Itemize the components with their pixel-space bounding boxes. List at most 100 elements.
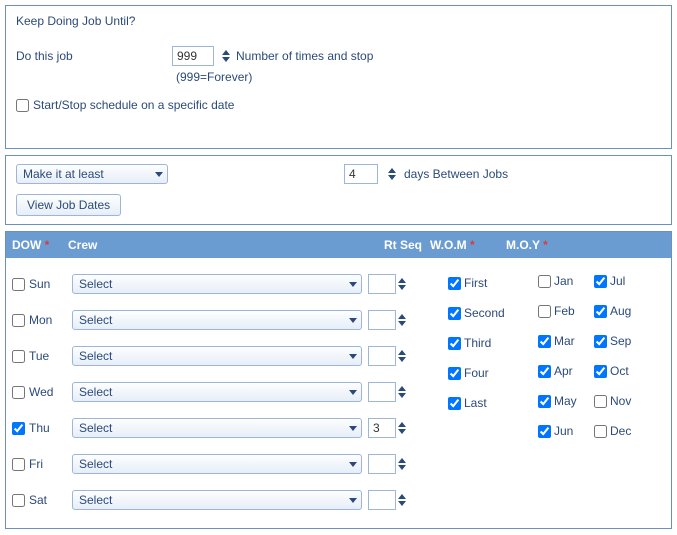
moy-checkbox[interactable] bbox=[594, 335, 607, 348]
moy-row: Oct bbox=[594, 356, 640, 386]
do-this-job-label: Do this job bbox=[16, 49, 166, 63]
header-crew: Crew bbox=[68, 238, 97, 252]
moy-checkbox[interactable] bbox=[594, 275, 607, 288]
moy-checkbox[interactable] bbox=[594, 305, 607, 318]
wom-row: Third bbox=[448, 328, 538, 358]
day-label: Tue bbox=[29, 349, 49, 363]
keep-doing-panel: Keep Doing Job Until? Do this job Number… bbox=[5, 5, 672, 149]
moy-label: Aug bbox=[610, 304, 631, 318]
between-jobs-panel: Make it at least days Between Jobs View … bbox=[5, 155, 672, 225]
rt-seq-input[interactable] bbox=[368, 274, 396, 294]
moy-row: Jul bbox=[594, 266, 640, 296]
chevron-down-icon bbox=[349, 462, 357, 467]
spinner-up-icon[interactable] bbox=[398, 458, 406, 463]
crew-select[interactable]: Select bbox=[72, 274, 362, 294]
moy-checkbox[interactable] bbox=[538, 335, 551, 348]
spinner-up-icon[interactable] bbox=[222, 50, 230, 55]
moy-label: May bbox=[554, 394, 577, 408]
spacing-rule-combo[interactable]: Make it at least bbox=[16, 164, 168, 184]
moy-checkbox[interactable] bbox=[538, 305, 551, 318]
moy-checkbox[interactable] bbox=[538, 425, 551, 438]
rt-spinner[interactable] bbox=[398, 458, 406, 470]
moy-checkbox[interactable] bbox=[538, 395, 551, 408]
wom-row: Second bbox=[448, 298, 538, 328]
wom-row: Last bbox=[448, 388, 538, 418]
wom-checkbox[interactable] bbox=[448, 337, 461, 350]
day-checkbox[interactable] bbox=[12, 386, 25, 399]
wom-checkbox[interactable] bbox=[448, 397, 461, 410]
rt-spinner[interactable] bbox=[398, 350, 406, 362]
crew-placeholder: Select bbox=[79, 385, 112, 399]
spinner-down-icon[interactable] bbox=[398, 285, 406, 290]
spinner-down-icon[interactable] bbox=[398, 465, 406, 470]
spinner-down-icon[interactable] bbox=[398, 321, 406, 326]
day-row: Sat Select bbox=[12, 482, 448, 518]
schedule-table: DOW * Crew Rt Seq W.O.M * M.O.Y * SunSel… bbox=[5, 231, 672, 529]
spinner-up-icon[interactable] bbox=[398, 314, 406, 319]
moy-checkbox[interactable] bbox=[594, 365, 607, 378]
times-input[interactable] bbox=[172, 46, 214, 66]
rt-seq-input[interactable] bbox=[368, 454, 396, 474]
moy-label: Jul bbox=[610, 274, 625, 288]
spinner-up-icon[interactable] bbox=[398, 422, 406, 427]
crew-select[interactable]: Select bbox=[72, 490, 362, 510]
moy-row: Jun bbox=[538, 416, 584, 446]
rt-seq-input[interactable] bbox=[368, 382, 396, 402]
day-label: Mon bbox=[29, 313, 52, 327]
times-spinner[interactable] bbox=[222, 50, 230, 62]
crew-select[interactable]: Select bbox=[72, 346, 362, 366]
wom-label: Second bbox=[464, 306, 505, 320]
day-checkbox[interactable] bbox=[12, 278, 25, 291]
wom-checkbox[interactable] bbox=[448, 367, 461, 380]
day-checkbox[interactable] bbox=[12, 422, 25, 435]
spinner-down-icon[interactable] bbox=[398, 429, 406, 434]
rt-seq-input[interactable] bbox=[368, 490, 396, 510]
moy-checkbox[interactable] bbox=[538, 275, 551, 288]
wom-label: Four bbox=[464, 366, 489, 380]
spinner-up-icon[interactable] bbox=[398, 278, 406, 283]
day-label: Fri bbox=[29, 457, 43, 471]
rt-spinner[interactable] bbox=[398, 386, 406, 398]
moy-row: Feb bbox=[538, 296, 584, 326]
rt-spinner[interactable] bbox=[398, 314, 406, 326]
spinner-down-icon[interactable] bbox=[398, 501, 406, 506]
crew-placeholder: Select bbox=[79, 277, 112, 291]
crew-select[interactable]: Select bbox=[72, 382, 362, 402]
spinner-up-icon[interactable] bbox=[388, 168, 396, 173]
moy-checkbox[interactable] bbox=[538, 365, 551, 378]
wom-checkbox[interactable] bbox=[448, 307, 461, 320]
spinner-up-icon[interactable] bbox=[398, 494, 406, 499]
spinner-down-icon[interactable] bbox=[398, 393, 406, 398]
spinner-up-icon[interactable] bbox=[398, 350, 406, 355]
day-checkbox[interactable] bbox=[12, 458, 25, 471]
wom-checkbox[interactable] bbox=[448, 277, 461, 290]
day-checkbox[interactable] bbox=[12, 314, 25, 327]
rt-seq-input[interactable] bbox=[368, 418, 396, 438]
crew-select[interactable]: Select bbox=[72, 310, 362, 330]
day-label: Sat bbox=[29, 493, 47, 507]
rt-spinner[interactable] bbox=[398, 422, 406, 434]
crew-select[interactable]: Select bbox=[72, 418, 362, 438]
days-between-input[interactable] bbox=[344, 164, 378, 184]
startstop-checkbox[interactable] bbox=[16, 99, 29, 112]
spinner-up-icon[interactable] bbox=[398, 386, 406, 391]
days-spinner[interactable] bbox=[388, 168, 396, 180]
spinner-down-icon[interactable] bbox=[398, 357, 406, 362]
moy-checkbox[interactable] bbox=[594, 395, 607, 408]
crew-select[interactable]: Select bbox=[72, 454, 362, 474]
moy-row: Sep bbox=[594, 326, 640, 356]
spinner-down-icon[interactable] bbox=[388, 175, 396, 180]
startstop-label: Start/Stop schedule on a specific date bbox=[33, 98, 234, 112]
rt-spinner[interactable] bbox=[398, 494, 406, 506]
moy-checkbox[interactable] bbox=[594, 425, 607, 438]
moy-label: Mar bbox=[554, 334, 575, 348]
day-row: Fri Select bbox=[12, 446, 448, 482]
spinner-down-icon[interactable] bbox=[222, 57, 230, 62]
rt-spinner[interactable] bbox=[398, 278, 406, 290]
day-checkbox[interactable] bbox=[12, 494, 25, 507]
times-note: Number of times and stop bbox=[236, 49, 373, 63]
rt-seq-input[interactable] bbox=[368, 346, 396, 366]
rt-seq-input[interactable] bbox=[368, 310, 396, 330]
day-checkbox[interactable] bbox=[12, 350, 25, 363]
view-job-dates-button[interactable]: View Job Dates bbox=[16, 194, 121, 216]
